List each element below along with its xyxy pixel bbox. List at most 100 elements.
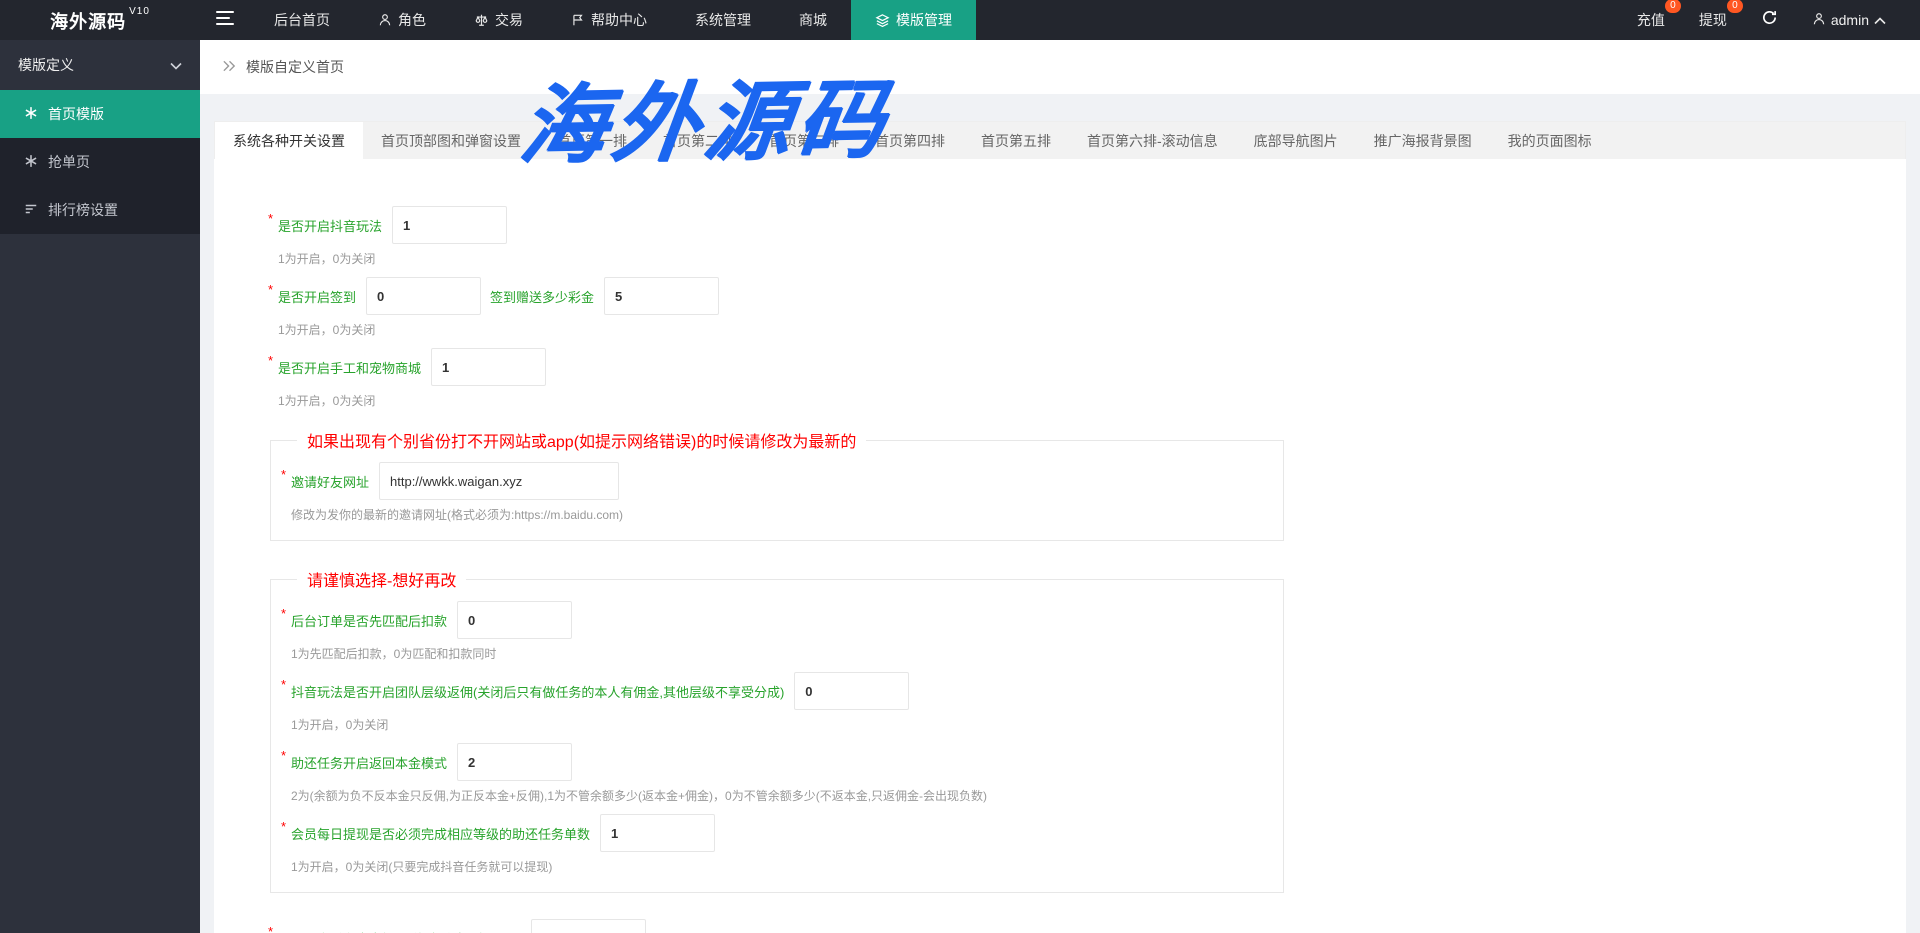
form-item-match-deduct: * 后台订单是否先匹配后扣款 1为先匹配后扣款，0为匹配和扣款同时 xyxy=(281,601,1269,661)
pet-mall-switch-input[interactable] xyxy=(431,348,547,386)
admin-user-menu[interactable]: admin xyxy=(1812,12,1886,29)
form-item-team-rebate: * 抖音玩法是否开启团队层级返佣(关闭后只有做任务的本人有佣金,其他层级不享受分… xyxy=(281,672,1269,732)
nav-item-system-manage[interactable]: 系统管理 xyxy=(671,0,775,40)
hamburger-icon xyxy=(216,10,234,30)
sidebar-item-label: 排行榜设置 xyxy=(48,202,118,218)
field-label: 后台订单是否先匹配后扣款 xyxy=(291,613,448,629)
field-label: 抖音玩法是否开启团队层级返佣(关闭后只有做任务的本人有佣金,其他层级不享受分成) xyxy=(291,684,785,700)
refresh-button[interactable] xyxy=(1761,9,1778,31)
main-area: 模版自定义首页 系统各种开关设置 首页顶部图和弹窗设置 首页第一排 首页第二排 … xyxy=(200,40,1920,933)
field-help: 1为开启，0为关闭 xyxy=(278,394,376,408)
sidebar-item-grab-order-page[interactable]: 抢单页 xyxy=(0,138,200,186)
signin-switch-input[interactable] xyxy=(366,277,482,315)
sidebar-group-label: 模版定义 xyxy=(18,57,74,73)
field-label: 签到赠送多少彩金 xyxy=(490,289,595,305)
field-help: 1为开启，0为关闭 xyxy=(278,252,376,266)
recharge-button[interactable]: 充值 0 xyxy=(1637,0,1681,30)
match-deduct-input[interactable] xyxy=(457,601,573,639)
field-label: 是否开启签到 xyxy=(278,289,357,305)
field-label: 会员每日提现是否必须完成相应等级的助还任务单数 xyxy=(291,826,591,842)
chevron-down-icon xyxy=(170,57,182,73)
sidebar-item-label: 首页模版 xyxy=(48,106,104,122)
nav-item-roles[interactable]: 角色 xyxy=(354,0,450,40)
asterisk-icon xyxy=(24,106,38,123)
tab-promo-poster-bg[interactable]: 推广海报背景图 xyxy=(1356,122,1490,159)
sidebar-submenu: 首页模版 抢单页 排行榜设置 xyxy=(0,90,200,234)
field-label: 邀请好友网址 xyxy=(291,474,370,490)
withdraw-button[interactable]: 提现 0 xyxy=(1698,0,1743,30)
nav-item-help-center[interactable]: 帮助中心 xyxy=(547,0,671,40)
app-logo-text: 海外源码 xyxy=(50,12,127,32)
team-rebate-input[interactable] xyxy=(794,672,910,710)
form-item-invite-url: * 邀请好友网址 修改为发你的最新的邀请网址(格式必须为:https://m.b… xyxy=(281,462,1269,522)
nav-item-template-manage[interactable]: 模版管理 xyxy=(851,0,976,40)
invite-url-fieldset: 如果出现有个别省份打不开网站或app(如提示网络错误)的时候请修改为最新的 * … xyxy=(270,428,1284,541)
user-icon xyxy=(1812,12,1826,29)
field-help: 2为(余额为负不反本金只反佣,为正反本金+反佣),1为不管余额多少(返本金+佣金… xyxy=(291,789,988,803)
settings-form: * 是否开启抖音玩法 1为开启，0为关闭 * 是否开启签到 签到赠送多少彩金 1… xyxy=(214,159,1906,933)
sidebar: 模版定义 首页模版 抢单页 排行榜设置 xyxy=(0,40,200,933)
signin-bonus-input[interactable] xyxy=(604,277,720,315)
nav-item-label: 交易 xyxy=(495,12,523,28)
tab-header: 系统各种开关设置 首页顶部图和弹窗设置 首页第一排 首页第二排 首页第三排 首页… xyxy=(214,121,1906,159)
app-version: V10 xyxy=(129,6,150,17)
nav-item-label: 系统管理 xyxy=(695,12,751,28)
careful-choices-fieldset: 请谨慎选择-想好再改 * 后台订单是否先匹配后扣款 1为先匹配后扣款，0为匹配和… xyxy=(270,567,1284,893)
form-item-signin: * 是否开启签到 签到赠送多少彩金 1为开启，0为关闭 xyxy=(268,277,1886,337)
required-asterisk: * xyxy=(281,747,287,763)
required-asterisk: * xyxy=(281,605,287,621)
nav-item-mall[interactable]: 商城 xyxy=(775,0,851,40)
top-navbar: 海外源码 V10 后台首页 角色 交易 帮助中心 系统管理 商城 模版管理 充值… xyxy=(0,0,1920,40)
required-asterisk: * xyxy=(268,281,274,297)
hamburger-menu-button[interactable] xyxy=(200,0,250,40)
tab-system-switches[interactable]: 系统各种开关设置 xyxy=(215,122,363,159)
form-item-douyin-switch: * 是否开启抖音玩法 1为开启，0为关闭 xyxy=(268,206,1886,266)
app-logo: 海外源码 V10 xyxy=(0,0,200,40)
tab-my-page-icons[interactable]: 我的页面图标 xyxy=(1490,122,1610,159)
nav-item-label: 商城 xyxy=(799,12,827,28)
double-chevron-icon xyxy=(222,59,237,75)
user-icon xyxy=(378,13,392,27)
tab-home-row5[interactable]: 首页第五排 xyxy=(963,122,1069,159)
tab-home-row3[interactable]: 首页第三排 xyxy=(751,122,857,159)
sidebar-item-home-template[interactable]: 首页模版 xyxy=(0,90,200,138)
withdraw-task-requirement-input[interactable] xyxy=(600,814,716,852)
principal-return-mode-input[interactable] xyxy=(457,743,573,781)
required-asterisk: * xyxy=(281,676,287,692)
nav-item-label: 后台首页 xyxy=(274,12,330,28)
field-label: 助还任务开启返回本金模式 xyxy=(291,755,448,771)
breadcrumb: 模版自定义首页 xyxy=(200,40,1920,94)
field-label: 是否开启抖音玩法 xyxy=(278,218,383,234)
tab-home-row2[interactable]: 首页第二排 xyxy=(645,122,751,159)
form-item-withdraw-task-requirement: * 会员每日提现是否必须完成相应等级的助还任务单数 1为开启，0为关闭(只要完成… xyxy=(281,814,1269,874)
layers-icon xyxy=(875,13,890,28)
sidebar-item-ranking-settings[interactable]: 排行榜设置 xyxy=(0,186,200,234)
nav-item-trade[interactable]: 交易 xyxy=(450,0,547,40)
refresh-icon xyxy=(1761,9,1778,31)
recharge-badge: 0 xyxy=(1664,0,1681,13)
withdraw-label: 提现 xyxy=(1698,12,1727,28)
navbar-right: 充值 0 提现 0 admin xyxy=(1637,0,1920,40)
fieldset-legend: 如果出现有个别省份打不开网站或app(如提示网络错误)的时候请修改为最新的 xyxy=(307,434,857,451)
asterisk-icon xyxy=(24,154,38,171)
tab-card: 系统各种开关设置 首页顶部图和弹窗设置 首页第一排 首页第二排 首页第三排 首页… xyxy=(214,121,1906,933)
tab-bottom-nav-images[interactable]: 底部导航图片 xyxy=(1236,122,1356,159)
required-asterisk: * xyxy=(268,923,274,933)
invite-url-input[interactable] xyxy=(379,462,620,500)
field-help: 1为先匹配后扣款，0为匹配和扣款同时 xyxy=(291,647,497,661)
tab-home-row6-scroll[interactable]: 首页第六排-滚动信息 xyxy=(1069,122,1236,159)
tab-home-row1[interactable]: 首页第一排 xyxy=(539,122,645,159)
required-asterisk: * xyxy=(281,818,287,834)
tab-home-row4[interactable]: 首页第四排 xyxy=(857,122,963,159)
nav-item-label: 帮助中心 xyxy=(591,12,647,28)
douyin-switch-input[interactable] xyxy=(392,206,508,244)
nav-item-dashboard[interactable]: 后台首页 xyxy=(250,0,354,40)
field-help: 1为开启，0为关闭(只要完成抖音任务就可以提现) xyxy=(291,860,553,874)
breadcrumb-title: 模版自定义首页 xyxy=(246,59,344,75)
sound-alert-input[interactable] xyxy=(530,919,646,933)
tab-home-top-popup[interactable]: 首页顶部图和弹窗设置 xyxy=(363,122,539,159)
sidebar-group-template-define[interactable]: 模版定义 xyxy=(0,40,200,90)
flag-icon xyxy=(571,13,585,27)
form-item-sound-alert: * 是否开启后台声音提示(修改后请刷新页面) xyxy=(268,919,1886,933)
field-help: 1为开启，0为关闭 xyxy=(278,323,376,337)
